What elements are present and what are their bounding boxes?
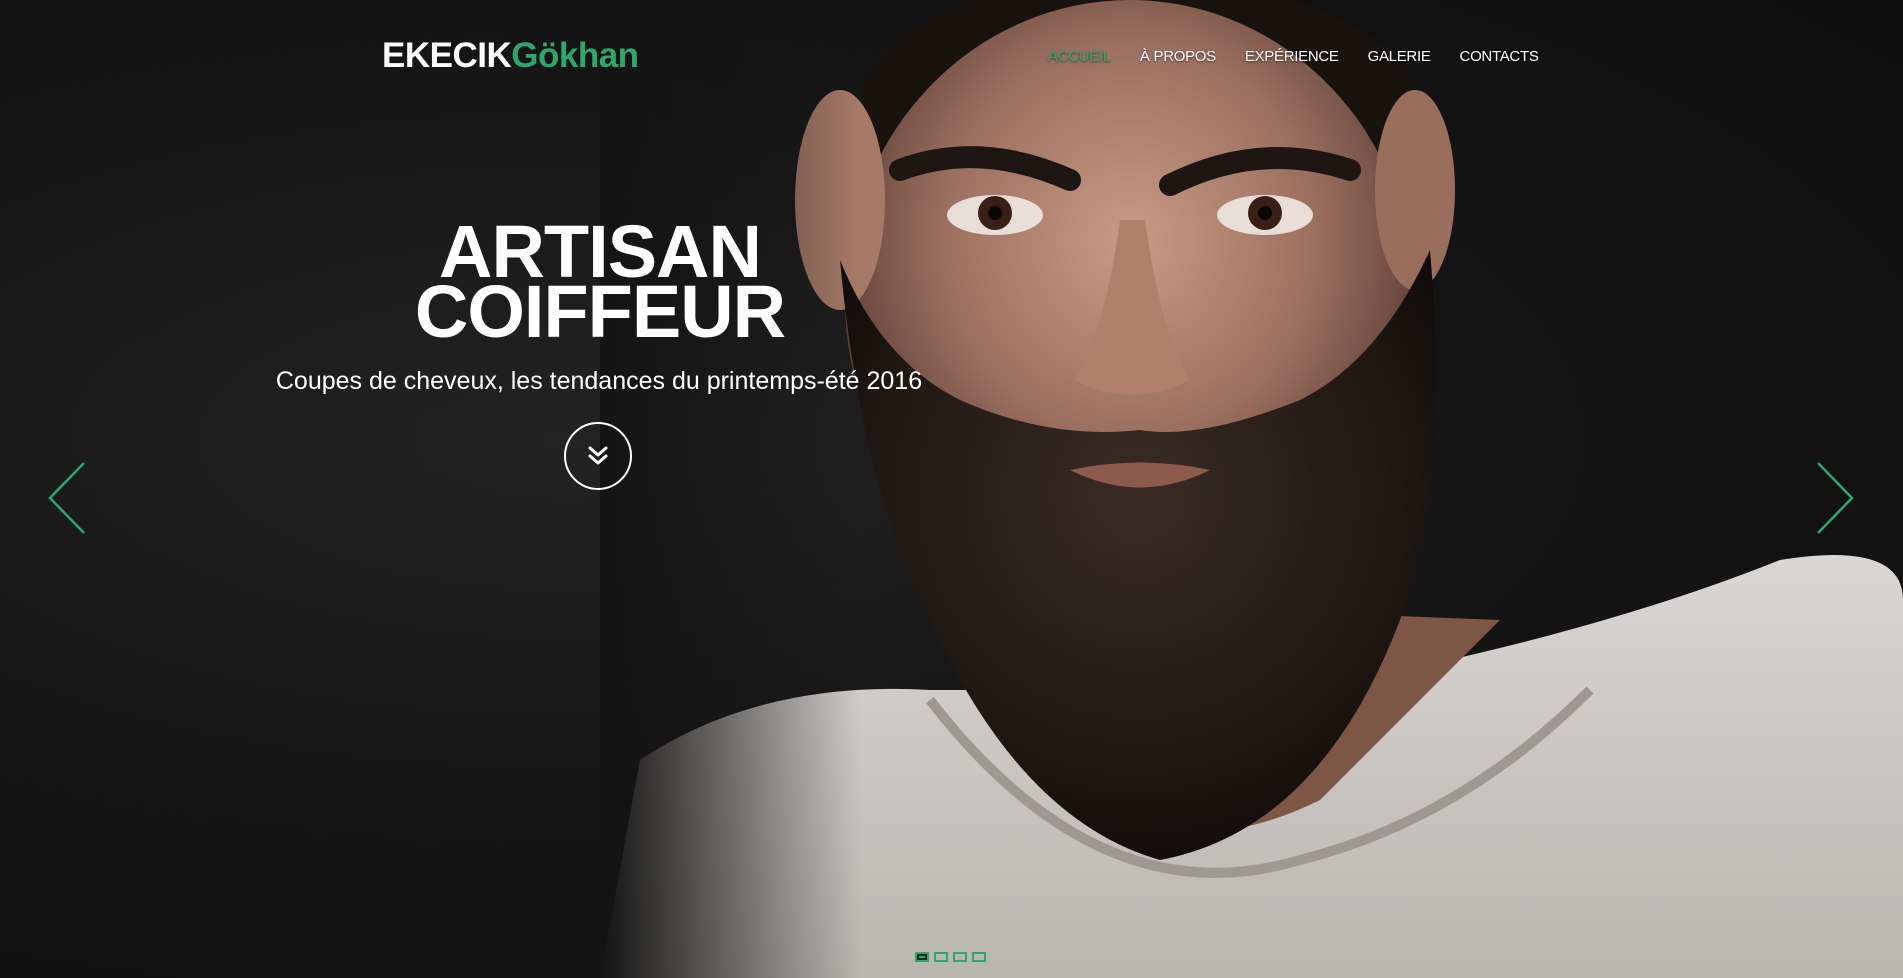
hero-slider: EKECIKGökhan ACCUEIL À PROPOS EXPÉRIENCE… [0, 0, 1903, 978]
brand-logo-first: EKECIK [382, 36, 512, 75]
nav-item-galerie[interactable]: GALERIE [1368, 48, 1431, 65]
hero-portrait-image [600, 0, 1903, 978]
nav-item-a-propos[interactable]: À PROPOS [1140, 48, 1216, 65]
slider-next-button[interactable] [1815, 461, 1855, 535]
slider-dot-2[interactable] [934, 952, 948, 962]
nav-item-contacts[interactable]: CONTACTS [1460, 48, 1539, 65]
double-chevron-down-icon [588, 446, 608, 465]
slider-dot-3[interactable] [953, 952, 967, 962]
slider-prev-button[interactable] [47, 461, 87, 535]
chevron-right-icon [1817, 462, 1854, 534]
scroll-down-button[interactable] [564, 422, 632, 490]
hero-subtitle: Coupes de cheveux, les tendances du prin… [275, 367, 923, 395]
brand-logo[interactable]: EKECIKGökhan [382, 36, 639, 76]
slider-pager [915, 952, 986, 962]
nav-item-experience[interactable]: EXPÉRIENCE [1245, 48, 1339, 65]
nav-item-accueil[interactable]: ACCUEIL [1048, 48, 1111, 65]
slider-dot-1[interactable] [915, 952, 929, 962]
hero-title-line2: COIFFEUR [414, 270, 786, 353]
hero-headline: ARTISAN COIFFEUR [300, 215, 900, 353]
hero-title: ARTISAN COIFFEUR [300, 215, 900, 353]
chevron-left-icon [48, 462, 85, 534]
brand-logo-second: Gökhan [511, 36, 639, 75]
main-nav: ACCUEIL À PROPOS EXPÉRIENCE GALERIE CONT… [1048, 48, 1568, 65]
slider-dot-4[interactable] [972, 952, 986, 962]
